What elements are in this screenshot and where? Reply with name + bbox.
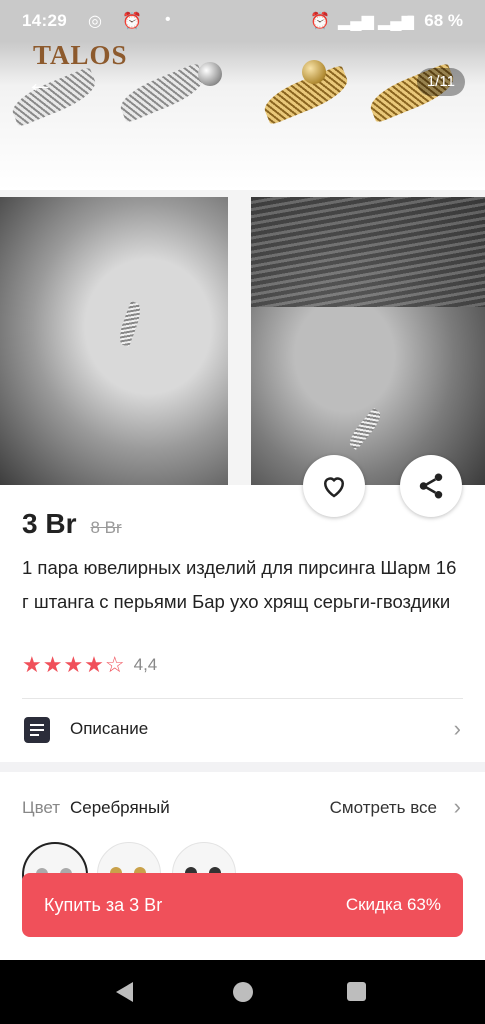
star-rating-icon: ★★★★☆ (22, 652, 126, 677)
share-button[interactable] (400, 455, 462, 517)
description-label: Описание (70, 719, 149, 738)
status-time: 14:29 (22, 11, 67, 30)
buy-label: Купить за 3 Br (44, 895, 163, 915)
nav-recents-icon[interactable] (347, 982, 366, 1001)
back-button[interactable]: ← (22, 66, 58, 102)
buy-button[interactable]: Купить за 3 Br Скидка 63% (22, 873, 463, 937)
color-value: Серебряный (70, 798, 170, 817)
image-counter: 1/11 (416, 68, 465, 96)
silver-ball-image (198, 62, 222, 86)
earring-image (115, 300, 145, 348)
heart-icon (323, 477, 345, 498)
nav-home-icon[interactable] (233, 982, 253, 1002)
alarm-icon: ⏰ (310, 13, 330, 30)
chevron-right-icon: › (453, 794, 461, 819)
see-all-link[interactable]: Смотреть все (330, 798, 437, 818)
product-photo-ear-right (251, 197, 485, 485)
nav-back-icon[interactable] (116, 982, 133, 1002)
system-nav-bar (0, 960, 485, 1024)
signal-icon: ▂▄▆ (338, 13, 374, 30)
price-row: 3 Br 8 Br (22, 508, 122, 540)
description-row[interactable]: Описание › (0, 700, 485, 760)
favorite-button[interactable] (303, 455, 365, 517)
product-image-gallery[interactable]: TALOS (0, 0, 485, 485)
chevron-right-icon: › (453, 716, 461, 741)
gold-ball-image (302, 60, 326, 84)
arrow-left-icon: ← (26, 67, 54, 98)
earring-image (345, 407, 385, 451)
rating-value: 4,4 (133, 655, 158, 674)
viber-icon: ◎ (88, 13, 102, 30)
battery-icon: ▮ (406, 13, 415, 30)
product-photo-ear-left (0, 197, 228, 485)
divider (22, 698, 463, 699)
battery-percent: 68 % (424, 11, 463, 30)
silver-feather-image (115, 62, 209, 124)
share-icon (419, 473, 443, 499)
product-title: 1 пара ювелирных изделий для пирсинга Ша… (22, 557, 457, 612)
color-row[interactable]: Цвет Серебряный Смотреть все › (0, 788, 485, 828)
current-price: 3 Br (22, 508, 77, 539)
dot-icon: • (165, 11, 171, 28)
discount-label: Скидка 63% (345, 895, 441, 914)
document-icon (24, 717, 50, 743)
status-bar: 14:29 ◎ ⏰ • ⏰ ▂▄▆ ▂▄▆ ▮ 68 % (0, 0, 485, 44)
rating[interactable]: ★★★★☆ 4,4 (22, 652, 157, 678)
section-separator (0, 762, 485, 772)
old-price: 8 Br (90, 518, 122, 537)
color-label: Цвет (22, 798, 61, 817)
alarm-icon: ⏰ (122, 13, 142, 30)
